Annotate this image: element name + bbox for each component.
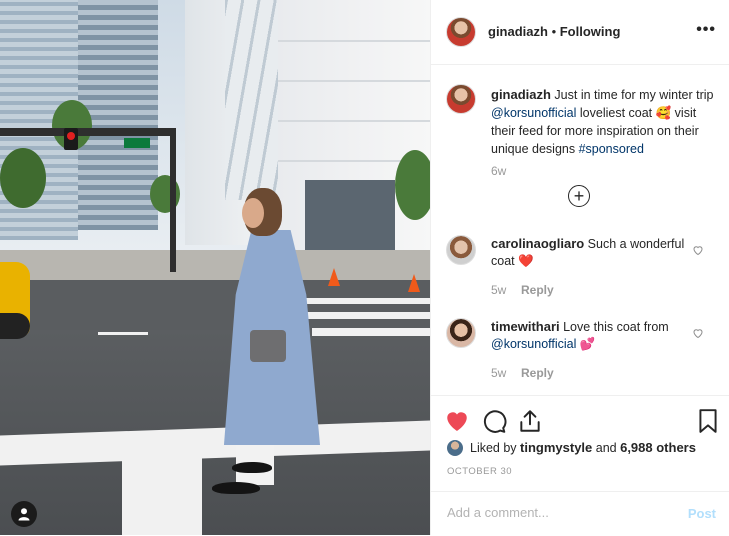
avatar[interactable] xyxy=(446,84,476,114)
instagram-post-view: ginadiazh • Following ••• ginadiazh Just… xyxy=(0,0,729,535)
comment-composer: Post xyxy=(431,491,729,536)
action-bar xyxy=(431,395,729,446)
photo-crosswalk xyxy=(300,312,430,319)
photo-crosswalk xyxy=(292,298,430,304)
post-date[interactable]: OCTOBER 30 xyxy=(447,466,512,477)
comment-emoji: 💕 xyxy=(576,337,596,351)
comment-username[interactable]: carolinaogliaro xyxy=(491,236,584,251)
reply-button[interactable]: Reply xyxy=(521,366,554,380)
photo-tree xyxy=(395,150,430,220)
photo-signal-arm xyxy=(0,128,176,136)
comment-mention-link[interactable]: @korsunofficial xyxy=(491,337,576,351)
more-options-icon[interactable]: ••• xyxy=(696,21,716,39)
caption-hashtag-link[interactable]: #sponsored xyxy=(579,142,644,156)
likes-middle: and xyxy=(592,441,621,455)
avatar[interactable] xyxy=(446,318,476,348)
header-separator: • xyxy=(547,24,560,39)
avatar[interactable] xyxy=(446,235,476,265)
comment-text: Love this coat from xyxy=(559,320,669,334)
comment-item: timewithari Love this coat from @korsuno… xyxy=(491,318,701,353)
photo-woman-bag xyxy=(250,330,286,362)
caption-text: Just in time for my winter trip xyxy=(550,88,714,102)
photo-crosswalk xyxy=(312,328,430,336)
caption-username[interactable]: ginadiazh xyxy=(491,87,551,102)
heart-outline-icon[interactable] xyxy=(692,244,704,256)
comment-item: carolinaogliaro Such a wonderful coat ❤️ xyxy=(491,235,701,270)
likes-prefix: Liked by xyxy=(470,441,521,455)
caption-mention-link[interactable]: @korsunofficial xyxy=(491,106,576,120)
photo-street-sign xyxy=(124,138,150,148)
heart-outline-icon[interactable] xyxy=(692,327,704,339)
post-caption: ginadiazh Just in time for my winter tri… xyxy=(491,86,716,158)
likes-summary: Liked by tingmystyle and 6,988 others xyxy=(470,440,696,455)
share-icon[interactable] xyxy=(517,408,543,434)
caption-timestamp[interactable]: 6w xyxy=(491,164,506,178)
comment-icon[interactable] xyxy=(481,408,507,434)
photo-traffic-cone xyxy=(408,274,420,292)
liker-username[interactable]: tingmystyle xyxy=(520,440,592,455)
post-side-panel: ginadiazh • Following ••• ginadiazh Just… xyxy=(430,0,729,535)
photo-woman-face xyxy=(242,198,264,228)
photo-building-lobby xyxy=(305,180,395,260)
heart-filled-icon[interactable] xyxy=(444,408,470,434)
plus-circle-icon[interactable]: + xyxy=(568,185,590,207)
bookmark-icon[interactable] xyxy=(695,408,721,434)
likes-count-link[interactable]: 6,988 others xyxy=(620,440,696,455)
photo-woman-shoe xyxy=(232,462,272,473)
person-icon[interactable] xyxy=(11,501,37,527)
photo-signal-pole xyxy=(170,132,176,272)
photo-sidewalk xyxy=(0,250,430,282)
post-comment-button[interactable]: Post xyxy=(688,506,716,521)
photo-taxi xyxy=(0,262,30,339)
post-header: ginadiazh • Following ••• xyxy=(431,0,729,65)
photo-crosswalk xyxy=(122,458,202,535)
liker-avatar[interactable] xyxy=(447,440,463,456)
header-username[interactable]: ginadiazh xyxy=(488,24,548,39)
comment-timestamp[interactable]: 5w xyxy=(491,283,506,297)
photo-traffic-cone xyxy=(328,268,340,286)
comment-username[interactable]: timewithari xyxy=(491,319,560,334)
avatar[interactable] xyxy=(446,17,476,47)
header-user-line: ginadiazh • Following xyxy=(488,24,620,39)
post-photo[interactable] xyxy=(0,0,430,535)
photo-traffic-light xyxy=(64,128,78,150)
photo-woman-shoe xyxy=(212,482,260,494)
photo-building xyxy=(225,0,285,200)
comment-timestamp[interactable]: 5w xyxy=(491,366,506,380)
add-comment-input[interactable] xyxy=(445,504,669,521)
follow-status-button[interactable]: Following xyxy=(560,24,621,39)
reply-button[interactable]: Reply xyxy=(521,283,554,297)
photo-lane-marking xyxy=(98,332,148,335)
photo-tree xyxy=(0,148,46,208)
